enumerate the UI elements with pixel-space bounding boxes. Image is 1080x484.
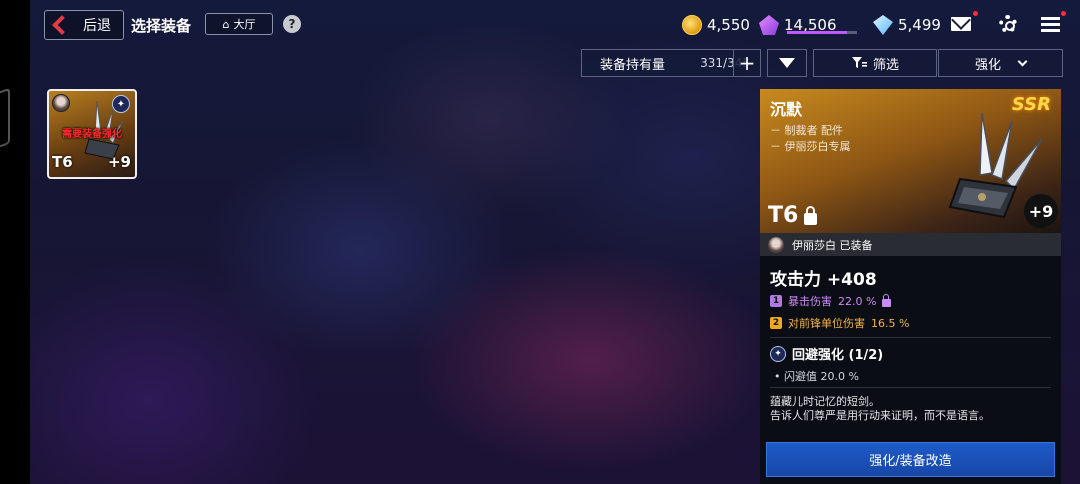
purple-crystal-icon [759,15,779,35]
sub-stat-number: 2 [770,317,782,329]
home-icon: ⌂ [222,17,230,31]
item-level: +9 [107,153,131,171]
page-title: 选择装备 [131,17,192,35]
menu-notification-dot [1061,11,1066,16]
gold-coin-icon [682,15,702,35]
back-button[interactable]: 后退 [44,10,124,40]
back-label: 后退 [83,18,111,34]
crystal-progress-bar [787,31,857,34]
sub-stat-value: 22.0 % [838,294,877,308]
equipment-name: 沉默 [770,100,803,119]
owner-name: 伊丽莎白 已装备 [792,237,873,253]
equipment-item-card[interactable]: ✦ 需要装备强化 T6 +9 [47,89,137,179]
edge-hex-decoration [0,87,10,153]
mail-icon[interactable] [951,17,971,31]
home-label: 大厅 [233,18,256,31]
sub-stat-1: 1 暴击伤害 22.0 % [770,293,892,309]
detail-tier: T6 [768,203,818,228]
mail-notification-dot [973,11,978,16]
expand-capacity-button[interactable]: + [733,49,761,77]
detail-header: 沉默 SSR － 制裁者 配件 － 伊丽莎白专属 T6 +9 [760,89,1061,233]
sub-stat-label: 对前锋单位伤害 [788,317,865,330]
equipped-status: 已装备 [839,238,873,252]
sort-dropdown-label: 强化 [974,57,1001,73]
home-button[interactable]: ⌂ 大厅 [205,13,273,35]
equipped-by-row: 伊丽莎白 已装备 [760,233,1061,256]
gold-resource[interactable]: 4,550 [682,14,750,36]
set-bonus-effect: • 闪避值 20.0 % [774,370,859,383]
filter-button[interactable]: 筛选 [813,49,937,77]
owner-name-text: 伊丽莎白 [792,238,836,252]
detail-level-badge: +9 [1024,194,1058,228]
info-line: － 伊丽莎白专属 [770,140,851,153]
evade-set-icon: ✦ [770,345,786,362]
diamond-amount: 5,499 [898,16,941,34]
top-bar: 后退 选择装备 ⌂ 大厅 ? 4,550 14,506 5,499 [30,0,1080,48]
sub-stat-2: 2 对前锋单位伤害 16.5 % [770,315,909,331]
owner-avatar [52,94,70,112]
enhance-modify-button[interactable]: 强化/装备改造 [766,442,1055,477]
owner-avatar [768,236,784,253]
main-stat-attack: 攻击力 +408 [770,270,877,290]
capacity-label: 装备持有量 [600,57,666,73]
item-tier: T6 [52,153,73,171]
evade-set-icon: ✦ [112,95,130,113]
filter-icon [851,57,867,68]
description-line: 告诉人们尊严是用行动来证明，而不是语言。 [770,409,990,422]
gold-amount: 4,550 [707,16,750,34]
set-bonus-title: ✦ 回避强化 (1/2) [770,344,883,363]
upgrade-warning: 需要装备强化 [62,129,122,140]
diamond-icon [873,15,893,35]
divider [770,337,1051,338]
triangle-down-icon [779,58,795,68]
chevron-down-icon [1017,56,1028,66]
rarity-badge: SSR [1011,94,1051,115]
sort-dropdown[interactable]: 强化 [938,49,1063,77]
filter-label: 筛选 [872,57,899,73]
left-screen-edge [0,0,30,484]
game-stage: 后退 选择装备 ⌂ 大厅 ? 4,550 14,506 5,499 装备持有量 … [30,0,1080,484]
back-arrow-icon [52,15,72,35]
crystal-progress-fill [787,31,847,34]
sub-stat-value: 16.5 % [871,316,910,330]
lock-icon[interactable] [804,205,818,225]
menu-icon[interactable] [1041,17,1060,32]
sub-stat-label: 暴击伤害 [788,295,832,308]
description-line: 蕴藏儿时记忆的短剑。 [770,395,880,408]
divider [770,387,1051,388]
set-bonus-label: 回避强化 (1/2) [792,348,884,363]
detail-tier-label: T6 [768,203,799,228]
equipment-description: 蕴藏儿时记忆的短剑。 告诉人们尊严是用行动来证明，而不是语言。 [770,395,990,423]
equipment-info: － 制裁者 配件 － 伊丽莎白专属 [770,123,851,155]
lock-icon [882,293,892,307]
sub-stat-number: 1 [770,295,782,307]
gear-icon[interactable] [999,15,1017,33]
equipment-detail-panel: 沉默 SSR － 制裁者 配件 － 伊丽莎白专属 T6 +9 伊丽莎白 已装备 … [760,89,1061,484]
help-button[interactable]: ? [283,15,301,33]
sort-order-button[interactable] [767,49,807,77]
info-line: － 制裁者 配件 [770,124,843,137]
diamond-resource[interactable]: 5,499 [873,14,941,36]
